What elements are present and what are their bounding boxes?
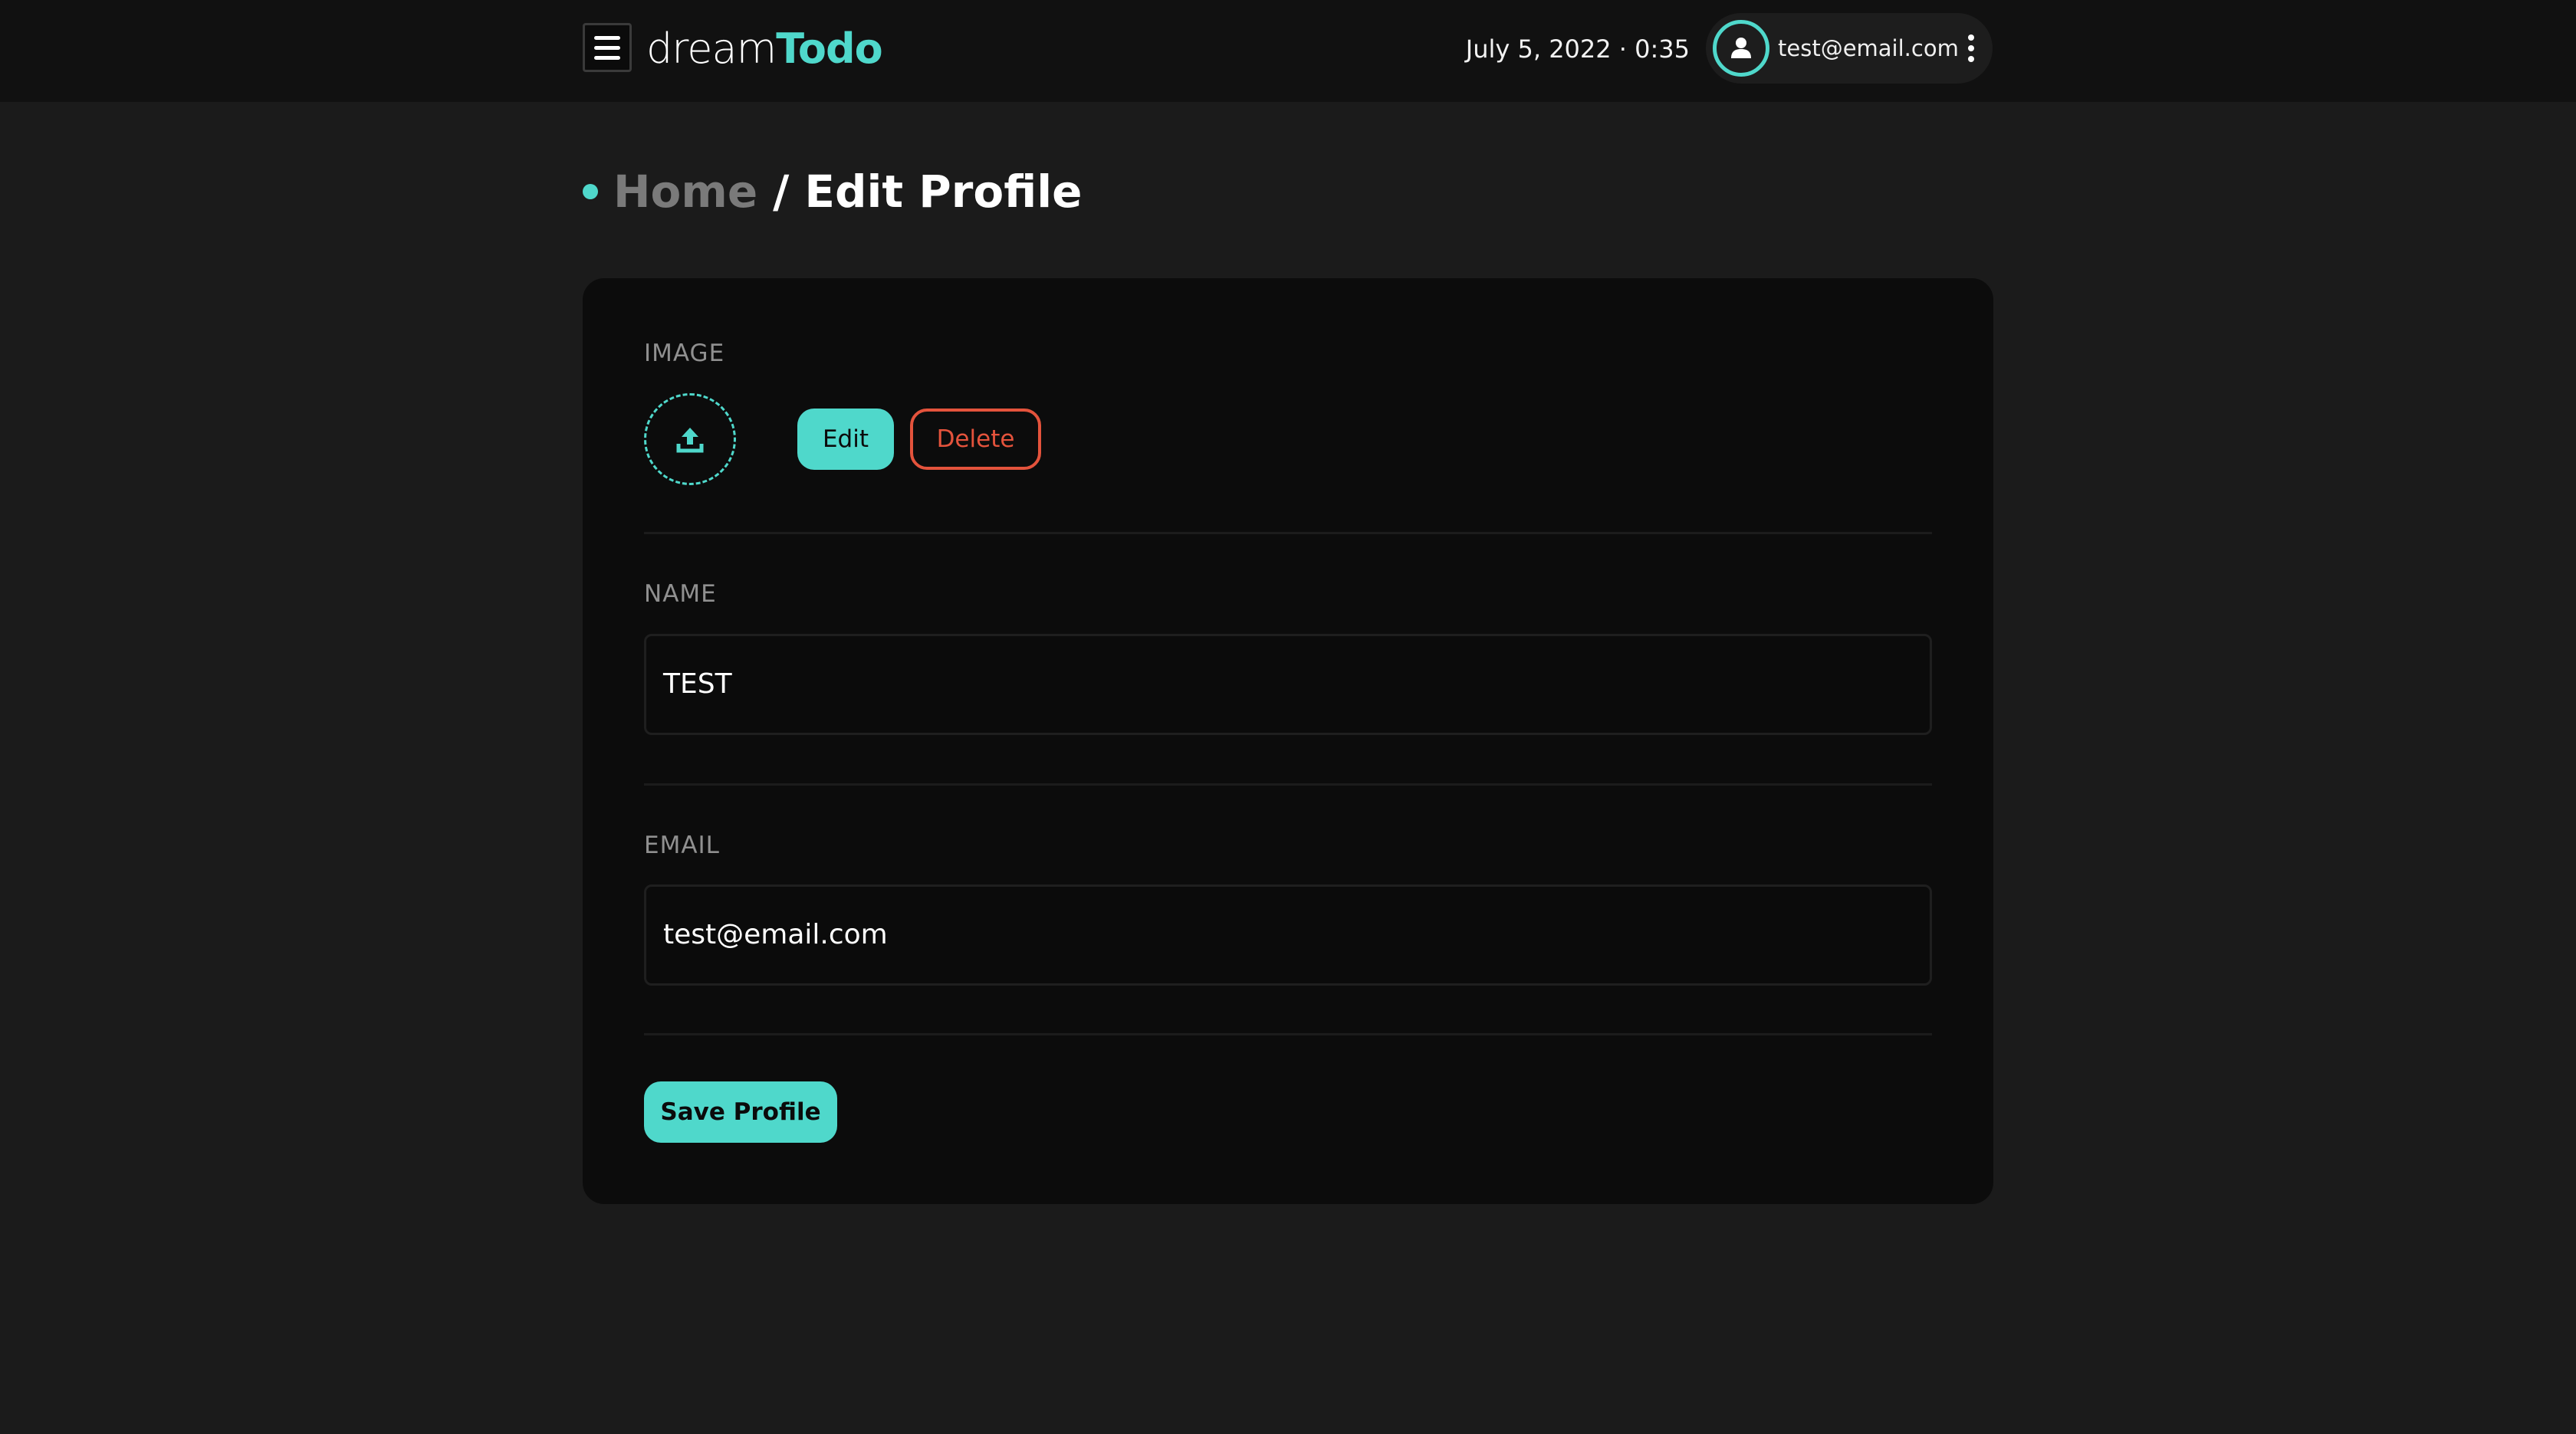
breadcrumb-home-link[interactable]: Home	[613, 166, 757, 218]
profile-form-card: IMAGE Edit Delete NAME TEST EMAIL test@e…	[583, 278, 1993, 1204]
app-logo[interactable]: dreamTodo	[646, 23, 883, 75]
image-label: IMAGE	[644, 340, 725, 367]
upload-icon	[676, 428, 704, 453]
kebab-dot	[1968, 56, 1974, 62]
logo-text-todo: Todo	[776, 25, 883, 73]
menu-bar	[594, 55, 620, 60]
breadcrumb: Home / Edit Profile	[583, 161, 1082, 222]
edit-image-button[interactable]: Edit	[797, 409, 894, 470]
menu-bar	[594, 45, 620, 50]
hamburger-menu-icon[interactable]	[583, 23, 632, 72]
divider	[644, 532, 1932, 534]
current-datetime: July 5, 2022 · 0:35	[1465, 34, 1690, 64]
avatar-upload-button[interactable]	[644, 393, 736, 485]
kebab-dot	[1968, 34, 1974, 41]
name-label: NAME	[644, 580, 717, 608]
divider	[644, 1033, 1932, 1035]
menu-bar	[594, 35, 620, 40]
kebab-dot	[1968, 45, 1974, 51]
user-menu[interactable]: test@email.com	[1706, 13, 1993, 84]
breadcrumb-separator: /	[773, 166, 790, 218]
top-navbar: dreamTodo July 5, 2022 · 0:35 test@email…	[0, 0, 2576, 102]
user-email: test@email.com	[1778, 35, 1959, 61]
divider	[644, 783, 1932, 786]
email-input[interactable]: test@email.com	[644, 884, 1932, 986]
more-vertical-icon[interactable]	[1963, 34, 1979, 62]
user-icon	[1713, 20, 1769, 77]
user-glyph	[1731, 38, 1751, 58]
logo-text-dream: dream	[646, 25, 777, 73]
email-label: EMAIL	[644, 832, 720, 859]
bullet-dot-icon	[583, 184, 598, 199]
save-profile-button[interactable]: Save Profile	[644, 1081, 837, 1143]
page-title: Edit Profile	[804, 166, 1083, 218]
delete-image-button[interactable]: Delete	[910, 409, 1041, 470]
name-input[interactable]: TEST	[644, 634, 1932, 735]
